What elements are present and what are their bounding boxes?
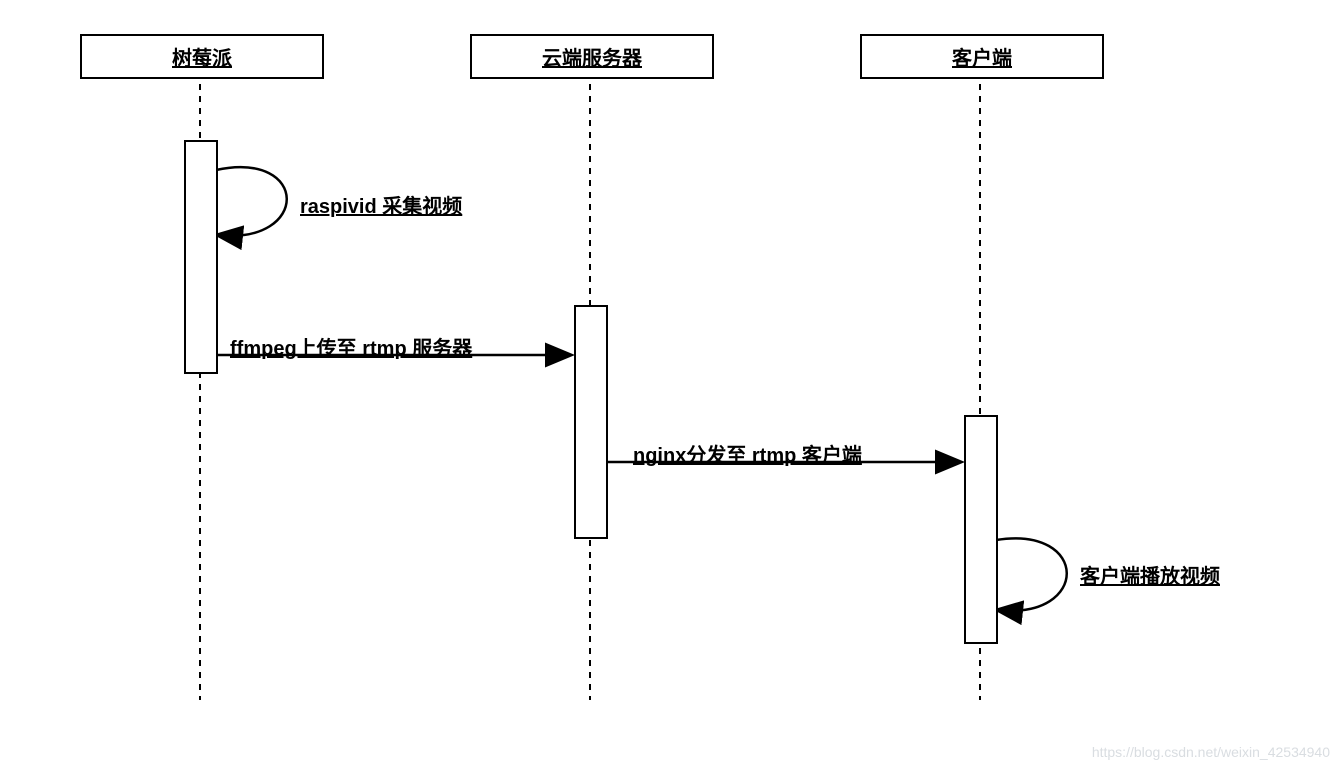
- watermark-text: https://blog.csdn.net/weixin_42534940: [1092, 744, 1330, 760]
- participant-p3: 客户端: [860, 34, 1104, 79]
- participant-p2-label: 云端服务器: [542, 48, 642, 70]
- msg-label-p2-p3: nginx分发至 rtmp 客户端: [633, 439, 862, 468]
- activation-p2: [574, 305, 608, 539]
- self-arrow-p3: [996, 538, 1067, 610]
- activation-p3: [964, 415, 998, 644]
- participant-p3-label: 客户端: [952, 48, 1012, 70]
- sequence-diagram-canvas: [0, 0, 1340, 766]
- participant-p1-label: 树莓派: [172, 48, 232, 70]
- msg-label-self-p1: raspivid 采集视频: [300, 190, 462, 219]
- self-arrow-p1: [216, 167, 287, 236]
- activation-p1: [184, 140, 218, 374]
- msg-label-p1-p2: ffmpeg上传至 rtmp 服务器: [230, 332, 472, 361]
- participant-p2: 云端服务器: [470, 34, 714, 79]
- msg-label-self-p3: 客户端播放视频: [1080, 560, 1220, 589]
- participant-p1: 树莓派: [80, 34, 324, 79]
